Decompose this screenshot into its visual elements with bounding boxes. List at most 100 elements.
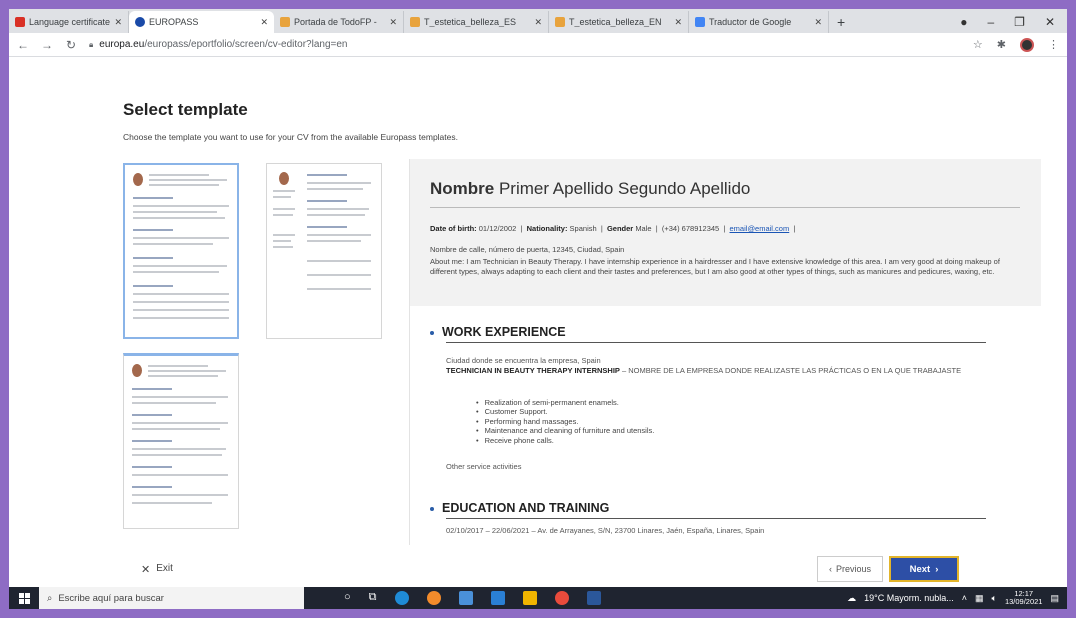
store-icon[interactable] xyxy=(458,591,473,605)
bullet-icon xyxy=(430,330,434,335)
close-tab-icon[interactable]: ✕ xyxy=(114,17,122,28)
phone-value: (+34) 678912345 xyxy=(661,224,720,233)
cortana-icon[interactable]: ○ xyxy=(344,591,351,605)
mail-icon[interactable] xyxy=(490,591,505,605)
notifications-icon[interactable]: ▤ xyxy=(1050,593,1059,604)
browser-tab-strip: Language certificates ✕ EUROPASS ✕ Porta… xyxy=(9,9,1067,33)
tab-estetica-es[interactable]: T_estetica_belleza_ES ✕ xyxy=(404,11,549,33)
cv-address: Nombre de calle, número de puerta, 12345… xyxy=(430,245,625,254)
extension-icon[interactable]: ● xyxy=(960,15,967,29)
tab-google-translate[interactable]: Traductor de Google ✕ xyxy=(689,11,829,33)
close-window-icon[interactable]: ✕ xyxy=(1045,15,1055,29)
volume-icon[interactable]: 🔈︎ xyxy=(992,593,997,604)
list-item: Receive phone calls. xyxy=(476,436,654,445)
close-tab-icon[interactable]: ✕ xyxy=(260,17,268,28)
exit-label: Exit xyxy=(156,563,173,574)
bookmark-star-icon[interactable]: ☆ xyxy=(973,38,983,51)
task-view-icon[interactable]: ⧉ xyxy=(369,591,377,605)
tab-language-certificates[interactable]: Language certificates ✕ xyxy=(9,11,129,33)
job-entry: Ciudad donde se encuentra la empresa, Sp… xyxy=(446,356,986,376)
bullet-icon xyxy=(430,506,434,511)
job-sector: Other service activities xyxy=(446,462,522,471)
weather-text[interactable]: 19°C Mayorm. nubla... xyxy=(864,593,954,603)
search-icon: ⌕ xyxy=(47,592,53,604)
cv-preview: Nombre Primer Apellido Segundo Apellido … xyxy=(409,159,1041,545)
url-field[interactable]: 🔒︎ europa.eu/europass/eportfolio/screen/… xyxy=(89,36,961,54)
template-thumbnail-3[interactable] xyxy=(123,353,239,529)
thumbnail-photo xyxy=(133,173,143,186)
exit-button[interactable]: ✕ Exit xyxy=(141,563,173,576)
word-icon[interactable] xyxy=(586,591,601,605)
network-icon[interactable]: ▦ xyxy=(975,593,984,604)
education-entry: 02/10/2017 – 22/06/2021 – Av. de Arrayan… xyxy=(446,526,765,535)
gender-label: Gender xyxy=(606,224,634,233)
cv-first-name: Nombre xyxy=(430,179,495,198)
file-explorer-icon[interactable] xyxy=(522,591,537,605)
dob-value: 01/12/2002 xyxy=(478,224,517,233)
close-tab-icon[interactable]: ✕ xyxy=(674,17,682,28)
edge-icon[interactable] xyxy=(394,591,409,605)
reload-icon[interactable]: ↻ xyxy=(65,38,77,52)
cv-about-me: About me: I am Technician in Beauty Ther… xyxy=(430,257,1000,277)
chevron-up-icon[interactable]: ˄ xyxy=(962,593,967,603)
drive-icon xyxy=(555,17,565,27)
next-button[interactable]: Next › xyxy=(889,556,959,582)
section-title: EDUCATION AND TRAINING xyxy=(442,501,610,515)
chrome-icon[interactable] xyxy=(554,591,569,605)
list-item: Maintenance and cleaning of furniture an… xyxy=(476,426,655,435)
back-icon[interactable]: ← xyxy=(17,38,29,52)
close-icon: ✕ xyxy=(141,564,151,576)
extensions-puzzle-icon[interactable]: ✱ xyxy=(997,38,1006,51)
page-content: Select template Choose the template you … xyxy=(9,57,1067,587)
page-title: Select template xyxy=(123,100,248,119)
tab-label: T_estetica_belleza_EN xyxy=(569,17,662,27)
thumbnail-photo xyxy=(132,364,142,377)
firefox-icon[interactable] xyxy=(426,591,441,605)
start-button[interactable] xyxy=(9,587,39,609)
close-tab-icon[interactable]: ✕ xyxy=(389,17,397,28)
url-path: /europass/eportfolio/screen/cv-editor?la… xyxy=(144,39,348,50)
section-rule xyxy=(446,342,986,343)
forward-icon[interactable]: → xyxy=(41,38,53,52)
weather-icon[interactable]: ☁ xyxy=(847,593,856,604)
template-thumbnail-2[interactable] xyxy=(266,163,382,339)
europass-icon xyxy=(135,17,145,27)
email-link[interactable]: email@email.com xyxy=(730,224,790,233)
template-thumbnail-1[interactable] xyxy=(123,163,239,339)
new-tab-icon[interactable]: + xyxy=(829,11,853,33)
section-rule xyxy=(446,518,986,519)
tab-todofp[interactable]: Portada de TodoFP - ✕ xyxy=(274,11,404,33)
tab-label: EUROPASS xyxy=(149,17,199,27)
taskbar-search[interactable]: ⌕ Escribe aquí para buscar xyxy=(39,587,304,609)
drive-icon xyxy=(280,17,290,27)
close-tab-icon[interactable]: ✕ xyxy=(814,17,822,28)
section-title: WORK EXPERIENCE xyxy=(442,325,566,339)
translate-icon xyxy=(695,17,705,27)
cv-name: Nombre Primer Apellido Segundo Apellido xyxy=(430,179,750,199)
previous-label: Previous xyxy=(835,564,871,574)
menu-kebab-icon[interactable]: ⋮ xyxy=(1048,38,1059,51)
drive-icon xyxy=(410,17,420,27)
cv-header: Nombre Primer Apellido Segundo Apellido … xyxy=(410,159,1041,306)
clock-date: 13/09/2021 xyxy=(1004,597,1043,606)
window-controls: ● – ❐ ✕ xyxy=(960,11,1067,33)
next-label: Next xyxy=(909,563,931,575)
minimize-icon[interactable]: – xyxy=(987,15,994,29)
tab-label: T_estetica_belleza_ES xyxy=(424,17,517,27)
tab-estetica-en[interactable]: T_estetica_belleza_EN ✕ xyxy=(549,11,689,33)
close-tab-icon[interactable]: ✕ xyxy=(534,17,542,28)
taskbar-apps: ○ ⧉ xyxy=(344,591,601,605)
nationality-label: Nationality: xyxy=(526,224,568,233)
restore-icon[interactable]: ❐ xyxy=(1014,15,1025,29)
address-bar: ← → ↻ 🔒︎ europa.eu/europass/eportfolio/s… xyxy=(9,33,1067,57)
list-item: Realization of semi-permanent enamels. xyxy=(476,398,654,407)
tab-label: Language certificates xyxy=(29,17,111,27)
chevron-left-icon: ‹ xyxy=(828,564,832,574)
cv-last-names: Primer Apellido Segundo Apellido xyxy=(498,179,751,198)
previous-button[interactable]: ‹ Previous xyxy=(817,556,883,582)
profile-avatar[interactable] xyxy=(1020,37,1034,52)
tab-europass[interactable]: EUROPASS ✕ xyxy=(129,11,274,33)
tab-label: Portada de TodoFP - xyxy=(294,17,377,27)
clock[interactable]: 12:17 13/09/2021 xyxy=(1004,589,1043,607)
list-item: Performing hand massages. xyxy=(476,417,654,426)
